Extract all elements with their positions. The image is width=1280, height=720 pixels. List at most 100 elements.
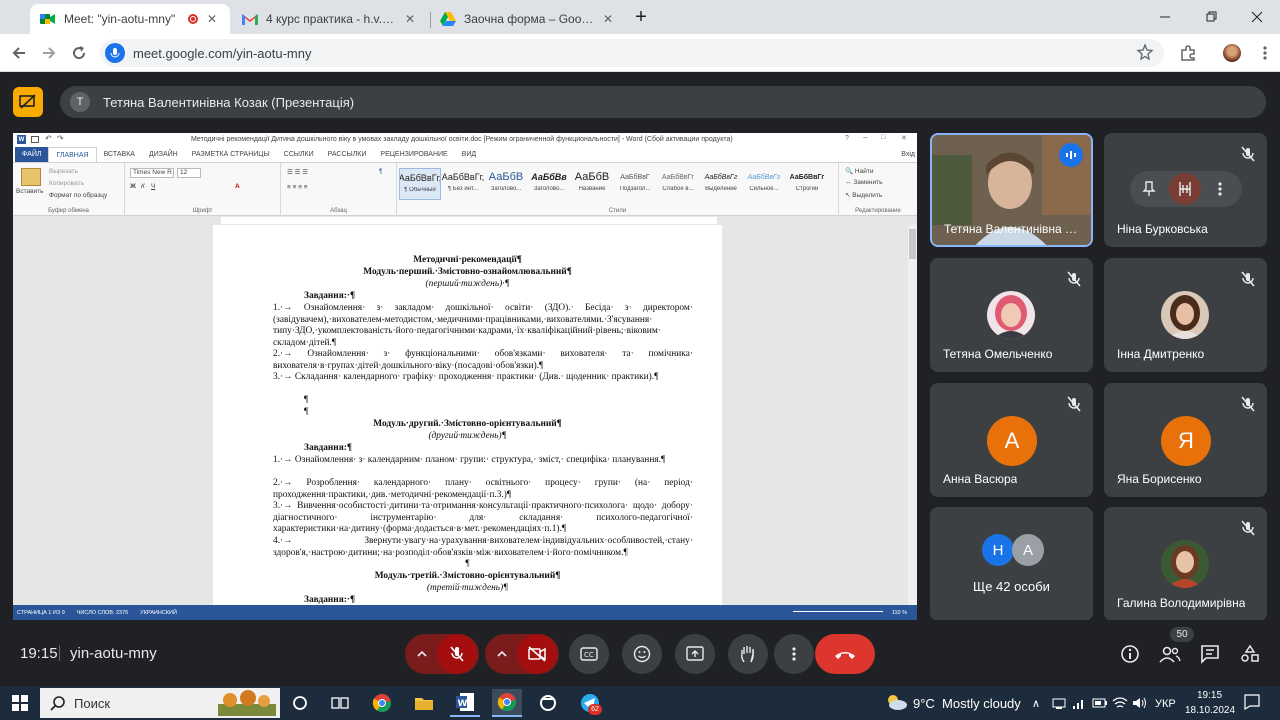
select-button[interactable]: ↖ Выделить xyxy=(845,191,882,199)
close-tab-icon[interactable]: ✕ xyxy=(204,11,220,27)
style-emphasis[interactable]: АаБбВвГг Выделение xyxy=(700,168,742,200)
style-strong[interactable]: АаБбВвГг Строгий xyxy=(786,168,828,200)
menu-kebab-icon[interactable] xyxy=(1250,38,1280,68)
replace-button[interactable]: ↔ Заменить xyxy=(845,179,883,186)
raise-hand-button[interactable] xyxy=(728,634,768,674)
speaker-icon[interactable] xyxy=(1132,696,1148,710)
maximize-button[interactable] xyxy=(1188,0,1234,34)
pin-icon[interactable] xyxy=(1142,181,1156,197)
windows-start-icon[interactable] xyxy=(5,689,35,717)
word-tab-design[interactable]: ДИЗАЙН xyxy=(142,147,185,162)
italic-button[interactable]: К xyxy=(141,183,145,190)
undo-icon[interactable]: ↶ xyxy=(45,134,52,143)
audio-options-chevron-icon[interactable] xyxy=(407,651,437,657)
leave-call-button[interactable] xyxy=(815,634,875,674)
word-tab-insert[interactable]: ВСТАВКА xyxy=(97,147,142,162)
word-tab-references[interactable]: ССЫЛКИ xyxy=(277,147,321,162)
reload-button[interactable] xyxy=(64,38,94,68)
language-indicator[interactable]: УКР xyxy=(1155,698,1176,710)
clock-date[interactable]: 18.10.2024 xyxy=(1185,705,1235,716)
tab-drive[interactable]: Заочна форма – Google Диск ✕ xyxy=(430,4,626,34)
redo-icon[interactable]: ↷ xyxy=(57,134,64,143)
status-page[interactable]: СТРАНИЦА 1 ИЗ 9 xyxy=(17,610,65,616)
chrome-active-icon[interactable] xyxy=(492,689,522,717)
format-painter-button[interactable]: Формат по образцу xyxy=(49,192,107,199)
file-explorer-icon[interactable] xyxy=(409,689,439,717)
status-words[interactable]: ЧИСЛО СЛОВ: 2376 xyxy=(77,610,128,616)
style-title[interactable]: АаБбВ Название xyxy=(571,168,613,200)
maximize-word-icon[interactable]: □ xyxy=(881,134,885,141)
close-window-button[interactable] xyxy=(1234,0,1280,34)
status-zoom[interactable]: 110 % xyxy=(892,610,907,616)
chrome-icon[interactable] xyxy=(367,689,397,717)
style-normal[interactable]: АаБбВвГг, ¶ Обычный xyxy=(399,168,441,200)
frame-icon[interactable] xyxy=(1169,173,1201,205)
minimize-word-icon[interactable]: – xyxy=(863,133,867,142)
save-icon[interactable] xyxy=(31,136,39,143)
chat-icon[interactable] xyxy=(1198,642,1222,666)
word-tab-file[interactable]: ФАЙЛ xyxy=(15,147,49,162)
participant-tile-others[interactable]: Н А Ще 42 особи xyxy=(930,507,1093,621)
zoom-slider[interactable] xyxy=(793,611,883,612)
clock-time[interactable]: 19:15 xyxy=(1197,690,1222,701)
close-word-icon[interactable]: ✕ xyxy=(901,134,907,142)
app-icon[interactable] xyxy=(533,689,563,717)
video-options-chevron-icon[interactable] xyxy=(487,651,517,657)
volume-system-icon[interactable] xyxy=(1052,696,1066,710)
font-size-select[interactable]: 12 xyxy=(177,168,201,178)
close-tab-icon[interactable]: ✕ xyxy=(600,11,616,27)
participant-tile-presenter[interactable]: Тетяна Валентинівна Козак xyxy=(930,133,1093,247)
bold-button[interactable]: Ж xyxy=(130,183,136,190)
copy-button[interactable]: Копировать xyxy=(49,180,84,187)
more-options-button[interactable] xyxy=(774,634,814,674)
extensions-icon[interactable] xyxy=(1173,38,1203,68)
style-heading1[interactable]: АаБбВ Заголово... xyxy=(485,168,527,200)
style-heading2[interactable]: АаБбВв Заголово... xyxy=(528,168,570,200)
font-name-select[interactable]: Times New R xyxy=(130,168,174,178)
font-color-button[interactable]: А xyxy=(235,183,240,190)
status-language[interactable]: УКРАИНСКИЙ xyxy=(140,610,177,616)
participant-tile[interactable]: Інна Дмитренко xyxy=(1104,258,1267,372)
align-icons[interactable]: ≡ ≡ ≡ ≡ xyxy=(287,184,308,191)
close-tab-icon[interactable]: ✕ xyxy=(402,11,418,27)
present-screen-button[interactable] xyxy=(675,634,715,674)
meeting-info-icon[interactable] xyxy=(1118,642,1142,666)
reactions-button[interactable] xyxy=(622,634,662,674)
participant-tile[interactable]: Галина Володимирівна xyxy=(1104,507,1267,621)
tray-chevron-icon[interactable]: ∧ xyxy=(1032,697,1040,710)
word-tab-mailings[interactable]: РАССЫЛКИ xyxy=(321,147,374,162)
style-intense[interactable]: АаБбВвГг Сильное... xyxy=(743,168,785,200)
participant-tile[interactable]: А Анна Васюра xyxy=(930,383,1093,497)
style-no-spacing[interactable]: АаБбВвГг, ¶ Без инт... xyxy=(442,168,484,200)
style-subtitle[interactable]: АаБбВвГ Подзагол... xyxy=(614,168,656,200)
cortana-icon[interactable] xyxy=(285,689,315,717)
forward-button[interactable] xyxy=(34,38,64,68)
bullets-icon[interactable]: ☰ ☰ ☰ xyxy=(287,168,308,176)
word-tab-layout[interactable]: РАЗМЕТКА СТРАНИЦЫ xyxy=(185,147,277,162)
word-taskbar-icon[interactable]: W xyxy=(450,689,480,717)
activities-icon[interactable] xyxy=(1238,642,1262,666)
scroll-thumb[interactable] xyxy=(909,229,916,259)
underline-button[interactable]: Ч xyxy=(151,183,155,190)
cut-button[interactable]: Вырезать xyxy=(49,168,78,175)
paste-button[interactable]: Вставить xyxy=(16,188,44,195)
document-page[interactable]: Методичні·рекомендації¶ Модуль·перший.·З… xyxy=(213,225,722,605)
style-subtle[interactable]: АаБбВвГг Слабое в... xyxy=(657,168,699,200)
bookmark-star-icon[interactable] xyxy=(1136,43,1154,61)
word-tab-home[interactable]: ГЛАВНАЯ xyxy=(48,147,97,162)
word-tab-review[interactable]: РЕЦЕНЗИРОВАНИЕ xyxy=(373,147,454,162)
weather-text[interactable]: 9°C Mostly cloudy xyxy=(913,696,1021,711)
word-tab-view[interactable]: ВИД xyxy=(455,147,483,162)
task-view-icon[interactable] xyxy=(325,689,355,717)
microphone-active-icon[interactable] xyxy=(105,43,125,63)
participant-tile[interactable]: Я Яна Борисенко xyxy=(1104,383,1267,497)
minimize-button[interactable] xyxy=(1142,0,1188,34)
wifi-icon[interactable] xyxy=(1112,696,1128,710)
tab-gmail[interactable]: 4 курс практика - h.v.shelepko ✕ xyxy=(232,4,428,34)
captions-button[interactable]: CC xyxy=(569,634,609,674)
participant-tile[interactable]: Ніна Бурковська xyxy=(1104,133,1267,247)
mic-off-button[interactable] xyxy=(437,634,477,674)
participant-tile[interactable]: Тетяна Омельченко xyxy=(930,258,1093,372)
new-tab-button[interactable]: + xyxy=(626,2,656,32)
address-bar[interactable]: meet.google.com/yin-aotu-mny xyxy=(100,39,1164,67)
